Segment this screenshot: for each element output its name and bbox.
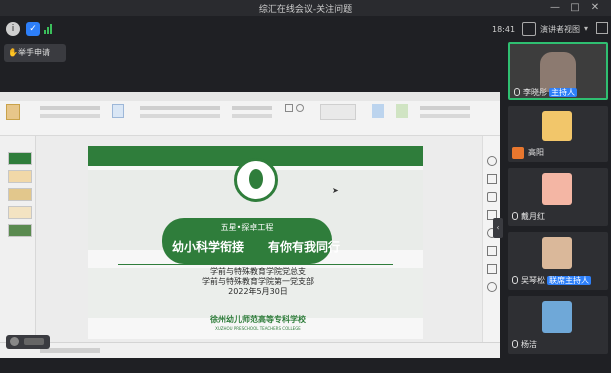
view-mode-dropdown[interactable]: 演讲者视图 — [540, 24, 580, 35]
shield-icon[interactable]: ✓ — [26, 22, 40, 36]
mic-icon — [512, 212, 518, 220]
ribbon-group — [40, 114, 100, 118]
logo-leaf — [249, 169, 263, 189]
tool-icon — [487, 264, 497, 274]
notes-area — [40, 348, 100, 353]
tool-icon — [487, 282, 497, 292]
participant-tile[interactable]: 吴琴松 联席主持人 — [508, 232, 608, 290]
ribbon-group — [140, 106, 220, 110]
close-icon[interactable]: ✕ — [588, 2, 602, 14]
slide-subtitle: 五星•探卓工程 — [220, 223, 274, 232]
mic-icon — [514, 88, 520, 96]
info-bar — [0, 18, 611, 40]
arrange-icon — [372, 104, 384, 118]
participant-label: 戴月红 — [512, 211, 545, 222]
ribbon-group — [232, 114, 272, 118]
tool-icon — [487, 156, 497, 166]
hand-icon: ✋ — [8, 48, 18, 57]
quick-styles — [320, 104, 356, 120]
participant-label: 杨洁 — [512, 339, 537, 350]
chat-toggle[interactable] — [6, 335, 50, 349]
grid-view-icon[interactable] — [522, 22, 536, 36]
ppt-titlebar — [0, 92, 500, 101]
participant-avatar — [542, 173, 572, 205]
slide-thumbnail — [8, 224, 32, 237]
footer-school-name-en: XUZHOU PRESCHOOL TEACHERS COLLEGE — [215, 326, 301, 331]
participant-tile[interactable]: 杨洁 — [508, 296, 608, 354]
divider-line — [118, 264, 393, 265]
ppt-side-toolbar — [482, 136, 500, 342]
edit-icon — [396, 104, 408, 118]
ribbon-group — [420, 114, 470, 118]
fullscreen-icon[interactable] — [596, 22, 608, 34]
participant-label: 高阳 — [512, 147, 544, 159]
slide-thumbnails — [0, 136, 36, 342]
ribbon-group — [40, 106, 100, 110]
info-icon[interactable]: i — [6, 22, 20, 36]
participant-avatar — [542, 111, 572, 141]
new-slide-icon — [112, 104, 124, 118]
tool-icon — [487, 174, 497, 184]
slide-date: 2022年5月30日 — [228, 287, 288, 296]
ppt-ribbon — [0, 92, 500, 136]
chat-icon — [24, 338, 44, 345]
participant-label: 李晓彤 主持人 — [514, 87, 577, 98]
mic-icon — [512, 276, 518, 284]
mic-muted-icon — [512, 147, 524, 159]
participant-name: 李晓彤 — [523, 88, 547, 97]
participant-label: 吴琴松 联席主持人 — [512, 275, 591, 286]
participant-tile[interactable]: 高阳 — [508, 106, 608, 162]
cohost-badge: 联席主持人 — [547, 276, 591, 285]
video-feed — [540, 52, 576, 92]
ribbon-group — [420, 106, 470, 110]
emoji-icon — [10, 337, 19, 346]
participant-name: 杨洁 — [521, 340, 537, 349]
shape-icon — [296, 104, 304, 112]
raise-hand-label: 举手申请 — [18, 48, 50, 57]
paste-icon — [6, 104, 20, 120]
collapse-panel-button[interactable]: ‹ — [493, 218, 503, 238]
slide-title-right: 有你有我同行 — [268, 240, 341, 254]
ribbon-group — [232, 106, 272, 110]
minimize-icon[interactable]: — — [548, 2, 562, 14]
mouse-cursor-icon: ➤ — [332, 186, 339, 195]
raise-hand-button[interactable]: ✋ 举手申请 — [4, 44, 66, 62]
participant-avatar — [542, 301, 572, 333]
mic-icon — [512, 340, 518, 348]
ribbon-group — [140, 114, 220, 118]
slide-thumbnail — [8, 152, 32, 165]
slide-thumbnail — [8, 170, 32, 183]
host-badge: 主持人 — [549, 88, 577, 97]
slide-thumbnail — [8, 206, 32, 219]
window-title: 综汇在线会议-关注问题 — [258, 5, 353, 15]
participant-tile[interactable]: 李晓彤 主持人 — [508, 42, 608, 100]
participant-name: 吴琴松 — [521, 276, 545, 285]
school-logo-icon — [234, 158, 278, 202]
footer-school-name: 徐州幼儿师范高等专科学校 — [210, 315, 306, 324]
shape-icon — [285, 104, 293, 112]
slide-title-left: 幼小科学衔接 — [172, 240, 245, 254]
signal-icon — [44, 24, 54, 34]
tool-icon — [487, 246, 497, 256]
ppt-statusbar — [0, 342, 500, 358]
chevron-down-icon[interactable]: ▾ — [584, 24, 588, 33]
participant-avatar — [542, 237, 572, 269]
participant-tile[interactable]: 戴月红 — [508, 168, 608, 226]
maximize-icon[interactable]: □ — [568, 2, 582, 14]
participant-name: 戴月红 — [521, 212, 545, 221]
current-slide: 五星•探卓工程 幼小科学衔接 有你有我同行 学前与特殊教育学院党总支 学前与特殊… — [88, 146, 423, 339]
slide-thumbnail — [8, 188, 32, 201]
meeting-time: 18:41 — [492, 25, 516, 34]
tool-icon — [487, 192, 497, 202]
